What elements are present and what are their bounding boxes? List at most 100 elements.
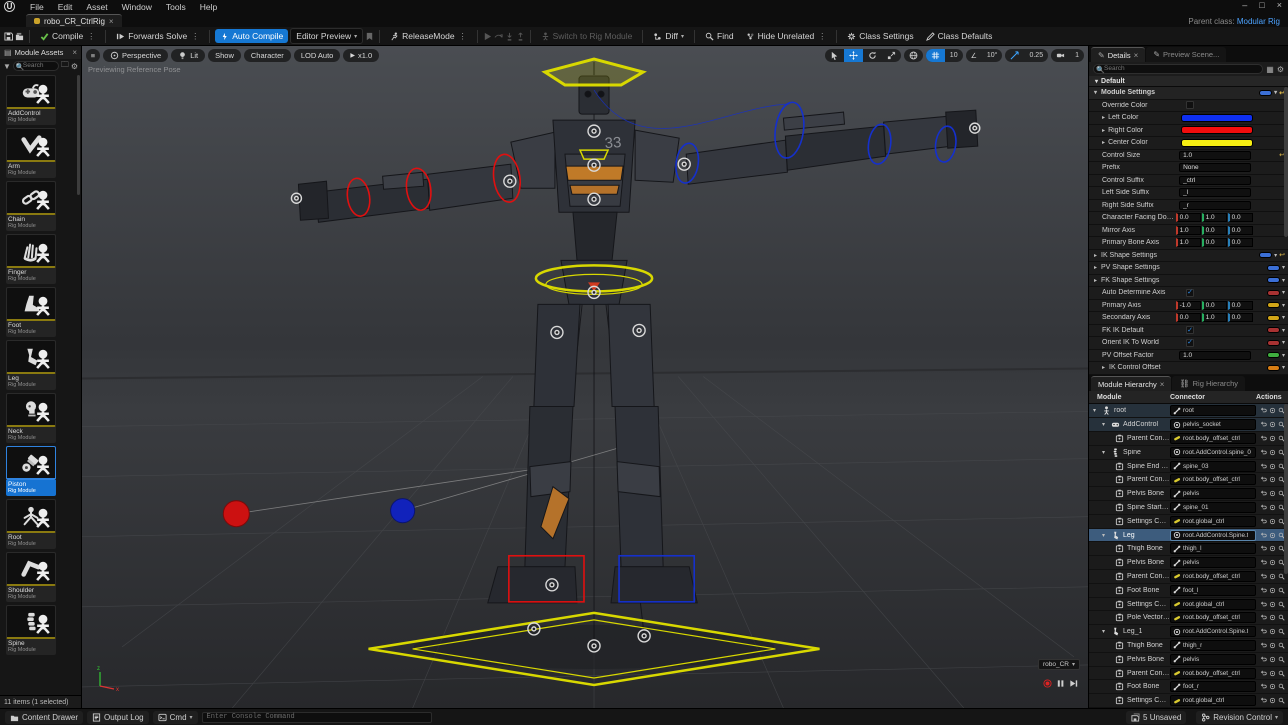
- connector-field[interactable]: root.AddControl.Spine.t: [1170, 530, 1256, 541]
- detail-property-row[interactable]: ▸ ▾ Right Color ✓: [1089, 125, 1288, 138]
- override-pill[interactable]: [1267, 290, 1280, 296]
- scale-snap-value[interactable]: 0.25: [1024, 49, 1048, 62]
- reset-connector-icon[interactable]: [1260, 670, 1267, 677]
- category-default[interactable]: ▾Default: [1089, 76, 1288, 87]
- expander-icon[interactable]: ▸: [1102, 364, 1109, 371]
- connector-field[interactable]: root.body_offset_ctrl: [1170, 668, 1256, 679]
- value-field[interactable]: _l: [1179, 188, 1251, 197]
- rotation-snap-value[interactable]: 10°: [982, 49, 1003, 62]
- detail-property-row[interactable]: ▸ ▾ Prefix ✓ None: [1089, 162, 1288, 175]
- connector-field[interactable]: root.body_offset_ctrl: [1170, 433, 1256, 444]
- hierarchy-row[interactable]: ▾ Parent Control: [1089, 473, 1288, 487]
- menu-item[interactable]: Window: [115, 2, 159, 12]
- camera-speed-icon[interactable]: [1051, 49, 1070, 62]
- search-connector-icon[interactable]: [1278, 573, 1285, 580]
- module-asset-item[interactable]: Piston Rig Module: [6, 446, 62, 496]
- connector-field[interactable]: foot_r: [1170, 681, 1256, 692]
- reset-connector-icon[interactable]: [1260, 449, 1267, 456]
- rotate-tool-button[interactable]: [863, 49, 882, 62]
- color-swatch[interactable]: [1181, 139, 1253, 147]
- connector-field[interactable]: thigh_l: [1170, 543, 1256, 554]
- locate-target-icon[interactable]: [1269, 407, 1276, 414]
- camera-speed-value[interactable]: 1: [1070, 49, 1084, 62]
- step-forward-button[interactable]: [1069, 679, 1078, 688]
- chevron-down-icon[interactable]: ▾: [1282, 339, 1285, 346]
- browse-asset-icon[interactable]: [15, 32, 24, 41]
- scale-snap-toggle[interactable]: [1005, 49, 1024, 62]
- reset-connector-icon[interactable]: [1260, 476, 1267, 483]
- module-asset-item[interactable]: Foot Rig Module: [6, 287, 62, 337]
- expander-icon[interactable]: ▾: [1102, 421, 1108, 428]
- tab-preview-scene[interactable]: ✎ Preview Scene...: [1146, 47, 1226, 62]
- preview-mesh-selector[interactable]: robo_CR▾: [1038, 659, 1080, 670]
- detail-property-row[interactable]: ▸ ▾ Mirror Axis ✓ 1.00.00.0: [1089, 225, 1288, 238]
- connector-field[interactable]: root.body_offset_ctrl: [1170, 612, 1256, 623]
- expander-icon[interactable]: ▾: [1102, 449, 1108, 456]
- close-tab-icon[interactable]: ×: [109, 17, 114, 26]
- hierarchy-row[interactable]: ▾ Pelvis Bone: [1089, 653, 1288, 667]
- close-button[interactable]: ×: [1277, 0, 1282, 10]
- locate-target-icon[interactable]: [1269, 476, 1276, 483]
- locate-target-icon[interactable]: [1269, 642, 1276, 649]
- reset-connector-icon[interactable]: [1260, 435, 1267, 442]
- value-field[interactable]: 1.0: [1179, 151, 1251, 160]
- module-asset-item[interactable]: Finger Rig Module: [6, 234, 62, 284]
- hierarchy-row[interactable]: ▾ Parent Control: [1089, 570, 1288, 584]
- reset-connector-icon[interactable]: [1260, 587, 1267, 594]
- override-pill[interactable]: [1267, 265, 1280, 271]
- module-asset-item[interactable]: Arm Rig Module: [6, 128, 62, 178]
- expander-icon[interactable]: ▾: [1093, 407, 1099, 414]
- chevron-down-icon[interactable]: ▾: [1282, 314, 1285, 321]
- locate-target-icon[interactable]: [1269, 504, 1276, 511]
- hierarchy-row[interactable]: ▾ Parent Control: [1089, 667, 1288, 681]
- chevron-down-icon[interactable]: ▾: [1282, 277, 1285, 284]
- step-over-icon[interactable]: [494, 32, 503, 41]
- chevron-down-icon[interactable]: ▾: [1274, 252, 1277, 259]
- module-asset-item[interactable]: Spine Rig Module: [6, 605, 62, 655]
- hierarchy-row[interactable]: ▾ root: [1089, 404, 1288, 418]
- detail-property-row[interactable]: ▸ ▾ FK Shape Settings ✓: [1089, 275, 1288, 288]
- module-asset-item[interactable]: Chain Rig Module: [6, 181, 62, 231]
- show-dropdown[interactable]: Show: [208, 49, 241, 62]
- detail-property-row[interactable]: ▸ ▾ Override Color ✓: [1089, 100, 1288, 113]
- asset-tab[interactable]: robo_CR_CtrlRig ×: [26, 14, 122, 27]
- connector-field[interactable]: pelvis: [1170, 557, 1256, 568]
- connector-field[interactable]: root.body_offset_ctrl: [1170, 474, 1256, 485]
- reset-connector-icon[interactable]: [1260, 642, 1267, 649]
- locate-target-icon[interactable]: [1269, 449, 1276, 456]
- detail-property-row[interactable]: ▸ ▾ FK IK Default ✓: [1089, 325, 1288, 338]
- hide-unrelated-button[interactable]: Hide Unrelated⋮: [741, 29, 832, 43]
- chevron-down-icon[interactable]: ▾: [1282, 364, 1285, 371]
- scale-tool-button[interactable]: [882, 49, 901, 62]
- diff-dropdown[interactable]: Diff▾: [648, 29, 689, 43]
- record-button[interactable]: [1043, 679, 1052, 688]
- reset-connector-icon[interactable]: [1260, 504, 1267, 511]
- grid-snap-value[interactable]: 10: [945, 49, 963, 62]
- expander-open-icon[interactable]: ▾: [1094, 89, 1101, 96]
- hierarchy-row[interactable]: ▾ Settings Control: [1089, 694, 1288, 708]
- locate-target-icon[interactable]: [1269, 463, 1276, 470]
- override-pill[interactable]: [1267, 315, 1280, 321]
- module-asset-item[interactable]: Shoulder Rig Module: [6, 552, 62, 602]
- checkbox[interactable]: ✓: [1186, 101, 1194, 109]
- hierarchy-row[interactable]: ▾ Spine Start Bone: [1089, 501, 1288, 515]
- reset-connector-icon[interactable]: [1260, 656, 1267, 663]
- hierarchy-row[interactable]: ▾ AddControl: [1089, 418, 1288, 432]
- hierarchy-row[interactable]: ▾ Pelvis Bone: [1089, 556, 1288, 570]
- chevron-down-icon[interactable]: ▾: [1282, 264, 1285, 271]
- class-settings-button[interactable]: Class Settings: [842, 29, 918, 43]
- hierarchy-row[interactable]: ▾ Foot Bone: [1089, 584, 1288, 598]
- locate-target-icon[interactable]: [1269, 545, 1276, 552]
- chevron-down-icon[interactable]: ▾: [1274, 89, 1277, 96]
- detail-property-row[interactable]: ▸ ▾ Right Side Suffix ✓ _r: [1089, 200, 1288, 213]
- connector-field[interactable]: root.AddControl.spine_0: [1170, 447, 1256, 458]
- chevron-down-icon[interactable]: ▾: [1282, 352, 1285, 359]
- checkbox[interactable]: ✓: [1186, 289, 1194, 297]
- move-tool-button[interactable]: [844, 49, 863, 62]
- reset-connector-icon[interactable]: [1260, 407, 1267, 414]
- search-connector-icon[interactable]: [1278, 587, 1285, 594]
- 3d-viewport[interactable]: 33: [82, 46, 1088, 708]
- connector-field[interactable]: pelvis: [1170, 654, 1256, 665]
- reset-connector-icon[interactable]: [1260, 518, 1267, 525]
- reset-connector-icon[interactable]: [1260, 628, 1267, 635]
